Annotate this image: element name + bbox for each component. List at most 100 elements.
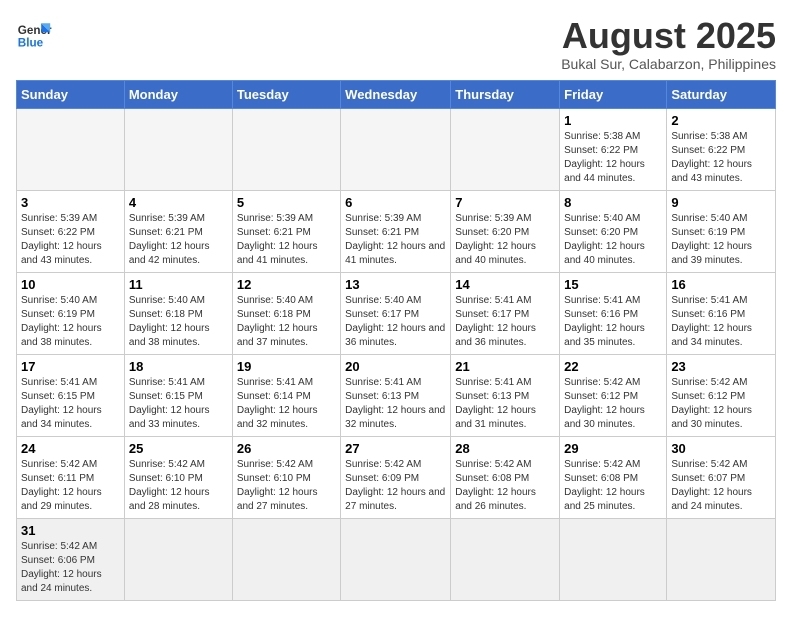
day-number: 18	[129, 359, 228, 374]
day-info: Sunrise: 5:40 AM Sunset: 6:19 PM Dayligh…	[671, 212, 771, 268]
calendar-cell	[232, 518, 340, 600]
calendar-cell: 24Sunrise: 5:42 AM Sunset: 6:11 PM Dayli…	[17, 436, 125, 518]
calendar-cell: 17 Sunrise: 5:41 AM Sunset: 6:15 PM Dayli…	[17, 354, 125, 436]
calendar-cell: 7Sunrise: 5:39 AM Sunset: 6:20 PM Daylig…	[451, 190, 560, 272]
calendar-week-2: 10 Sunrise: 5:40 AM Sunset: 6:19 PM Dayli…	[17, 272, 776, 354]
day-number: 25	[129, 441, 228, 456]
calendar-cell	[667, 518, 776, 600]
calendar-table: SundayMondayTuesdayWednesdayThursdayFrid…	[16, 80, 776, 601]
day-number: 10	[21, 277, 120, 292]
day-info: Sunrise: 5:41 AM Sunset: 6:16 PM Dayligh…	[671, 294, 771, 350]
calendar-cell: 6 Sunrise: 5:39 AM Sunset: 6:21 PM Daylig…	[341, 190, 451, 272]
day-number: 9	[671, 195, 771, 210]
calendar-cell: 11 Sunrise: 5:40 AM Sunset: 6:18 PM Dayli…	[124, 272, 232, 354]
calendar-cell: 18 Sunrise: 5:41 AM Sunset: 6:15 PM Dayli…	[124, 354, 232, 436]
day-info: Sunrise: 5:39 AM Sunset: 6:21 PM Dayligh…	[345, 212, 446, 268]
calendar-week-5: 31 Sunrise: 5:42 AM Sunset: 6:06 PM Dayli…	[17, 518, 776, 600]
weekday-header-wednesday: Wednesday	[341, 80, 451, 108]
calendar-cell	[124, 518, 232, 600]
day-number: 29	[564, 441, 662, 456]
day-number: 5	[237, 195, 336, 210]
calendar-header: SundayMondayTuesdayWednesdayThursdayFrid…	[17, 80, 776, 108]
calendar-cell: 5 Sunrise: 5:39 AM Sunset: 6:21 PM Daylig…	[232, 190, 340, 272]
calendar-cell: 21 Sunrise: 5:41 AM Sunset: 6:13 PM Dayli…	[451, 354, 560, 436]
day-number: 26	[237, 441, 336, 456]
day-number: 1	[564, 113, 662, 128]
calendar-cell: 1Sunrise: 5:38 AM Sunset: 6:22 PM Daylig…	[560, 108, 667, 190]
calendar-title: August 2025	[561, 16, 776, 56]
day-number: 11	[129, 277, 228, 292]
calendar-week-0: 1Sunrise: 5:38 AM Sunset: 6:22 PM Daylig…	[17, 108, 776, 190]
day-info: Sunrise: 5:40 AM Sunset: 6:17 PM Dayligh…	[345, 294, 446, 350]
calendar-cell: 2Sunrise: 5:38 AM Sunset: 6:22 PM Daylig…	[667, 108, 776, 190]
day-number: 17	[21, 359, 120, 374]
calendar-cell: 15Sunrise: 5:41 AM Sunset: 6:16 PM Dayli…	[560, 272, 667, 354]
weekday-header-tuesday: Tuesday	[232, 80, 340, 108]
calendar-cell	[17, 108, 125, 190]
calendar-cell: 8Sunrise: 5:40 AM Sunset: 6:20 PM Daylig…	[560, 190, 667, 272]
day-number: 20	[345, 359, 446, 374]
calendar-cell	[124, 108, 232, 190]
day-number: 19	[237, 359, 336, 374]
calendar-cell: 10 Sunrise: 5:40 AM Sunset: 6:19 PM Dayli…	[17, 272, 125, 354]
weekday-header-saturday: Saturday	[667, 80, 776, 108]
calendar-cell: 25 Sunrise: 5:42 AM Sunset: 6:10 PM Dayli…	[124, 436, 232, 518]
day-info: Sunrise: 5:41 AM Sunset: 6:15 PM Dayligh…	[129, 376, 228, 432]
calendar-cell: 16 Sunrise: 5:41 AM Sunset: 6:16 PM Dayli…	[667, 272, 776, 354]
day-info: Sunrise: 5:41 AM Sunset: 6:13 PM Dayligh…	[455, 376, 555, 432]
day-info: Sunrise: 5:41 AM Sunset: 6:14 PM Dayligh…	[237, 376, 336, 432]
calendar-body: 1Sunrise: 5:38 AM Sunset: 6:22 PM Daylig…	[17, 108, 776, 600]
svg-text:Blue: Blue	[18, 37, 44, 50]
day-number: 31	[21, 523, 120, 538]
header: General Blue August 2025 Bukal Sur, Cala…	[16, 16, 776, 72]
day-number: 15	[564, 277, 662, 292]
weekday-header-thursday: Thursday	[451, 80, 560, 108]
calendar-cell: 27Sunrise: 5:42 AM Sunset: 6:09 PM Dayli…	[341, 436, 451, 518]
calendar-cell	[451, 518, 560, 600]
day-info: Sunrise: 5:40 AM Sunset: 6:18 PM Dayligh…	[129, 294, 228, 350]
day-info: Sunrise: 5:39 AM Sunset: 6:22 PM Dayligh…	[21, 212, 120, 268]
day-number: 16	[671, 277, 771, 292]
day-info: Sunrise: 5:42 AM Sunset: 6:12 PM Dayligh…	[564, 376, 662, 432]
weekday-header-monday: Monday	[124, 80, 232, 108]
day-info: Sunrise: 5:41 AM Sunset: 6:13 PM Dayligh…	[345, 376, 446, 432]
weekday-header-row: SundayMondayTuesdayWednesdayThursdayFrid…	[17, 80, 776, 108]
calendar-cell: 29Sunrise: 5:42 AM Sunset: 6:08 PM Dayli…	[560, 436, 667, 518]
day-info: Sunrise: 5:42 AM Sunset: 6:06 PM Dayligh…	[21, 540, 120, 596]
calendar-week-4: 24Sunrise: 5:42 AM Sunset: 6:11 PM Dayli…	[17, 436, 776, 518]
day-number: 13	[345, 277, 446, 292]
calendar-cell: 28Sunrise: 5:42 AM Sunset: 6:08 PM Dayli…	[451, 436, 560, 518]
day-info: Sunrise: 5:40 AM Sunset: 6:18 PM Dayligh…	[237, 294, 336, 350]
day-info: Sunrise: 5:42 AM Sunset: 6:07 PM Dayligh…	[671, 458, 771, 514]
day-info: Sunrise: 5:42 AM Sunset: 6:10 PM Dayligh…	[129, 458, 228, 514]
day-number: 4	[129, 195, 228, 210]
day-number: 21	[455, 359, 555, 374]
day-info: Sunrise: 5:40 AM Sunset: 6:19 PM Dayligh…	[21, 294, 120, 350]
day-number: 8	[564, 195, 662, 210]
calendar-week-1: 3Sunrise: 5:39 AM Sunset: 6:22 PM Daylig…	[17, 190, 776, 272]
day-number: 22	[564, 359, 662, 374]
day-info: Sunrise: 5:41 AM Sunset: 6:17 PM Dayligh…	[455, 294, 555, 350]
calendar-cell	[232, 108, 340, 190]
calendar-subtitle: Bukal Sur, Calabarzon, Philippines	[561, 56, 776, 72]
logo-icon: General Blue	[16, 16, 52, 52]
calendar-cell: 26Sunrise: 5:42 AM Sunset: 6:10 PM Dayli…	[232, 436, 340, 518]
day-number: 23	[671, 359, 771, 374]
day-info: Sunrise: 5:42 AM Sunset: 6:12 PM Dayligh…	[671, 376, 771, 432]
day-info: Sunrise: 5:39 AM Sunset: 6:21 PM Dayligh…	[129, 212, 228, 268]
day-number: 6	[345, 195, 446, 210]
calendar-cell	[560, 518, 667, 600]
calendar-cell	[341, 518, 451, 600]
day-info: Sunrise: 5:41 AM Sunset: 6:15 PM Dayligh…	[21, 376, 120, 432]
day-number: 28	[455, 441, 555, 456]
calendar-cell: 22 Sunrise: 5:42 AM Sunset: 6:12 PM Dayli…	[560, 354, 667, 436]
calendar-week-3: 17 Sunrise: 5:41 AM Sunset: 6:15 PM Dayli…	[17, 354, 776, 436]
calendar-cell: 19 Sunrise: 5:41 AM Sunset: 6:14 PM Dayli…	[232, 354, 340, 436]
weekday-header-friday: Friday	[560, 80, 667, 108]
day-info: Sunrise: 5:42 AM Sunset: 6:09 PM Dayligh…	[345, 458, 446, 514]
title-area: August 2025 Bukal Sur, Calabarzon, Phili…	[561, 16, 776, 72]
calendar-cell: 20 Sunrise: 5:41 AM Sunset: 6:13 PM Dayli…	[341, 354, 451, 436]
day-number: 12	[237, 277, 336, 292]
calendar-cell: 9 Sunrise: 5:40 AM Sunset: 6:19 PM Daylig…	[667, 190, 776, 272]
day-info: Sunrise: 5:39 AM Sunset: 6:21 PM Dayligh…	[237, 212, 336, 268]
